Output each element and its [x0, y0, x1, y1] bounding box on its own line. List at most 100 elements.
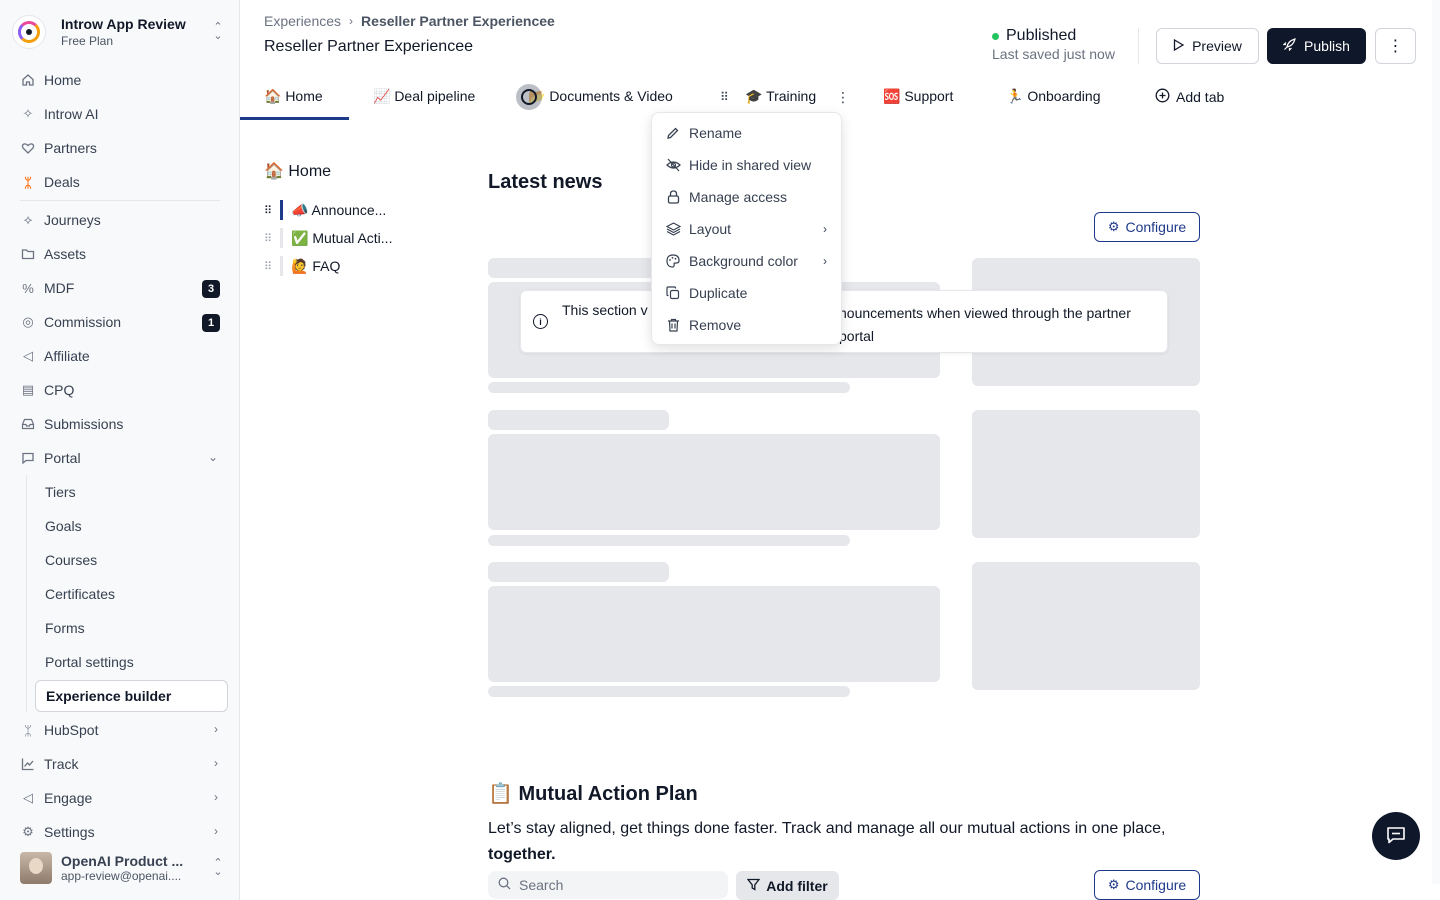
skeleton-line — [488, 410, 669, 430]
configure-button[interactable]: ⚙ Configure — [1094, 870, 1200, 900]
menu-item-remove[interactable]: Remove — [652, 309, 841, 341]
drag-handle-icon[interactable]: ⠿ — [720, 90, 729, 104]
tab-options-kebab-icon[interactable]: ⋮ — [836, 89, 850, 106]
sidebar-item-label: Engage — [44, 790, 93, 806]
sidebar-item-deals[interactable]: ᛯ Deals — [12, 165, 228, 199]
chevron-right-icon: › — [214, 756, 218, 770]
scrollbar[interactable] — [1432, 0, 1440, 884]
trash-icon — [665, 317, 681, 333]
chat-icon — [1385, 824, 1407, 849]
chevron-right-icon: › — [823, 254, 827, 268]
sidebar-item-commission[interactable]: ◎ Commission 1 — [12, 305, 228, 339]
outline-item-label: 📣 Announce... — [291, 201, 387, 218]
sidebar-item-hubspot[interactable]: ᛯ HubSpot › — [12, 713, 228, 747]
avatar — [20, 852, 52, 884]
tab-documents-video[interactable]: 📂 Documents & Video — [528, 88, 673, 105]
sidebar-item-goals[interactable]: Goals — [35, 509, 228, 543]
publish-label: Publish — [1304, 38, 1350, 54]
menu-item-label: Rename — [689, 125, 742, 141]
hubspot-icon: ᛯ — [24, 722, 32, 738]
gear-icon: ⚙ — [1107, 219, 1120, 234]
more-options-button[interactable]: ⋮ — [1375, 28, 1416, 64]
sidebar-item-cpq[interactable]: ▤ CPQ — [12, 373, 228, 407]
menu-item-label: Duplicate — [689, 285, 748, 301]
chat-launcher-button[interactable] — [1372, 812, 1420, 860]
sidebar-item-affiliate[interactable]: ◁ Affiliate — [12, 339, 228, 373]
info-icon: i — [533, 314, 548, 329]
sidebar-item-track[interactable]: Track › — [12, 747, 228, 781]
outline-item[interactable]: ⠿ ✅ Mutual Acti... — [264, 226, 424, 250]
menu-item-label: Background color — [689, 253, 798, 269]
sidebar-nav: Home ✧ Introw AI Partners ᛯ Deals ⟡ Jour… — [12, 63, 228, 849]
rocket-icon — [1282, 38, 1296, 54]
user-switcher[interactable]: OpenAI Product ... app-review@openai....… — [12, 848, 228, 888]
sidebar-item-label: Partners — [44, 140, 97, 156]
outline-title: 🏠 Home — [264, 163, 332, 180]
section-heading-mutual-action-plan: 📋 Mutual Action Plan — [488, 783, 698, 805]
palette-icon — [665, 253, 681, 269]
menu-item-background-color[interactable]: Background color › — [652, 245, 841, 277]
sidebar-item-submissions[interactable]: Submissions — [12, 407, 228, 441]
add-tab-button[interactable]: Add tab — [1155, 88, 1224, 106]
sidebar-item-home[interactable]: Home — [12, 63, 228, 97]
search-icon — [498, 877, 511, 893]
publish-button[interactable]: Publish — [1267, 28, 1366, 64]
workspace-switcher[interactable]: Introw App Review Free Plan ⌃ ⌄ — [12, 12, 228, 52]
header-divider — [1138, 28, 1139, 64]
chevron-right-icon: › — [349, 14, 354, 28]
description-bold: together. — [488, 846, 556, 863]
search-input[interactable]: Search — [488, 871, 728, 899]
megaphone-icon: ◁ — [23, 348, 33, 363]
sidebar-item-label: Home — [44, 72, 82, 88]
menu-item-duplicate[interactable]: Duplicate — [652, 277, 841, 309]
sidebar-item-label: Assets — [44, 246, 87, 262]
sidebar-item-portal[interactable]: Portal ⌄ — [12, 441, 228, 475]
drag-handle-icon[interactable]: ⠿ — [264, 260, 278, 273]
menu-item-rename[interactable]: Rename — [652, 117, 841, 149]
chevron-down-icon: ⌄ — [207, 450, 218, 464]
sidebar-item-label: HubSpot — [44, 722, 99, 738]
outline-item[interactable]: ⠿ 🙋 FAQ — [264, 254, 424, 278]
active-section-indicator — [280, 200, 283, 220]
menu-item-layout[interactable]: Layout › — [652, 213, 841, 245]
sidebar-item-introw-ai[interactable]: ✧ Introw AI — [12, 97, 228, 131]
configure-button[interactable]: ⚙ Configure — [1094, 212, 1200, 242]
folder-icon — [20, 246, 36, 262]
info-text-left: This section v — [562, 302, 648, 318]
breadcrumb-root[interactable]: Experiences — [264, 13, 341, 29]
sidebar-item-courses[interactable]: Courses — [35, 543, 228, 577]
tab-home[interactable]: 🏠 Home — [264, 88, 323, 105]
sidebar-item-experience-builder[interactable]: Experience builder — [35, 680, 228, 712]
sidebar-item-certificates[interactable]: Certificates — [35, 577, 228, 611]
sidebar-item-mdf[interactable]: % MDF 3 — [12, 271, 228, 305]
drag-handle-icon[interactable]: ⠿ — [264, 204, 278, 217]
sidebar-item-label: CPQ — [44, 382, 75, 398]
plus-circle-icon — [1155, 88, 1170, 106]
menu-item-hide-in-shared-view[interactable]: Hide in shared view — [652, 149, 841, 181]
add-filter-button[interactable]: Add filter — [736, 871, 839, 900]
drag-handle-icon[interactable]: ⠿ — [264, 232, 278, 245]
menu-item-manage-access[interactable]: Manage access — [652, 181, 841, 213]
sidebar-item-portal-settings[interactable]: Portal settings — [35, 645, 228, 679]
sidebar-item-forms[interactable]: Forms — [35, 611, 228, 645]
preview-button[interactable]: Preview — [1156, 28, 1259, 64]
inbox-icon — [20, 416, 36, 432]
count-badge: 1 — [202, 314, 220, 332]
tab-support[interactable]: 🆘 Support — [883, 88, 953, 105]
outline-item[interactable]: ⠿ 📣 Announce... — [264, 198, 424, 222]
sidebar-item-partners[interactable]: Partners — [12, 131, 228, 165]
sidebar-item-engage[interactable]: ◁ Engage › — [12, 781, 228, 815]
publish-status: Published Last saved just now — [992, 27, 1115, 62]
sidebar-item-label: MDF — [44, 280, 75, 296]
chevron-right-icon: › — [823, 222, 827, 236]
tab-onboarding[interactable]: 🏃 Onboarding — [1006, 88, 1101, 105]
skeleton-line — [488, 258, 669, 278]
preview-label: Preview — [1192, 38, 1242, 54]
tab-training[interactable]: 🎓 Training — [745, 88, 816, 105]
sidebar-item-assets[interactable]: Assets — [12, 237, 228, 271]
sidebar-item-tiers[interactable]: Tiers — [35, 475, 228, 509]
menu-item-label: Layout — [689, 221, 732, 237]
sidebar-item-journeys[interactable]: ⟡ Journeys — [12, 203, 228, 237]
tab-deal-pipeline[interactable]: 📈 Deal pipeline — [373, 88, 475, 105]
sidebar-item-settings[interactable]: ⚙ Settings › — [12, 815, 228, 849]
